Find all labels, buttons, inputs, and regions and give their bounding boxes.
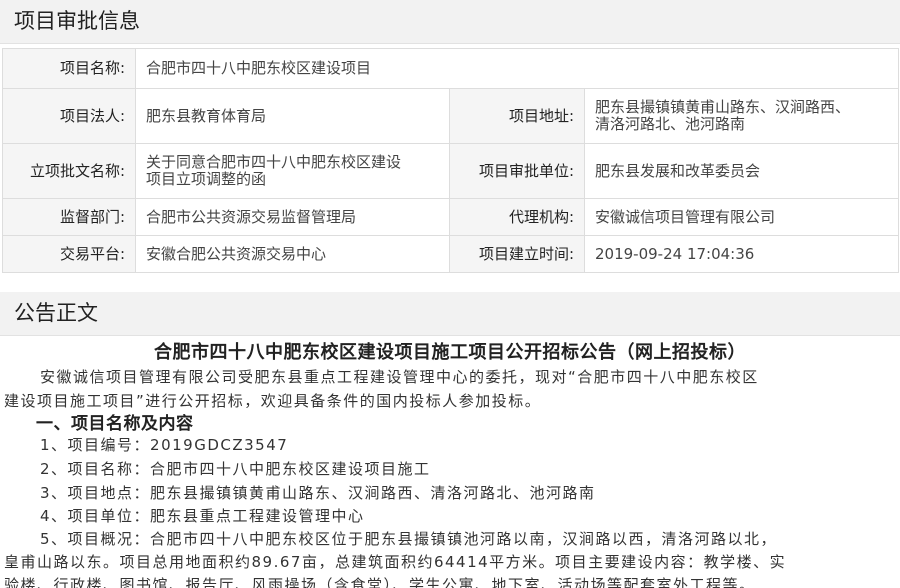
agency-label: 代理机构:	[449, 198, 585, 236]
section-header-approval-info: 项目审批信息	[0, 0, 900, 44]
approval-doc-value: 关于同意合肥市四十八中肥东校区建设 项目立项调整的函	[135, 143, 450, 199]
section-header-notice-body: 公告正文	[0, 292, 900, 336]
address-label: 项目地址:	[449, 88, 585, 144]
platform-value: 安徽合肥公共资源交易中心	[135, 235, 450, 273]
notice-body: 合肥市四十八中肥东校区建设项目施工项目公开招标公告（网上招投标） 安徽诚信项目管…	[0, 336, 900, 588]
table-row: 交易平台: 安徽合肥公共资源交易中心 项目建立时间: 2019-09-24 17…	[2, 235, 900, 273]
notice-paragraph: 建设项目施工项目”进行公开招标，欢迎具备条件的国内投标人参加投标。	[4, 392, 542, 410]
section-title: 公告正文	[14, 301, 98, 325]
agency-value: 安徽诚信项目管理有限公司	[583, 198, 900, 236]
table-row: 立项批文名称: 关于同意合肥市四十八中肥东校区建设 项目立项调整的函 项目审批单…	[2, 143, 900, 199]
notice-item: 1、项目编号：2019GDCZ3547	[40, 436, 289, 454]
section-title: 项目审批信息	[14, 9, 140, 33]
notice-paragraph: 安徽诚信项目管理有限公司受肥东县重点工程建设管理中心的委托，现对“合肥市四十八中…	[40, 368, 759, 386]
platform-label: 交易平台:	[2, 235, 136, 273]
approval-doc-label: 立项批文名称:	[2, 143, 136, 199]
created-time-label: 项目建立时间:	[449, 235, 585, 273]
table-row: 项目法人: 肥东县教育体育局 项目地址: 肥东县撮镇镇黄甫山路东、汉涧路西、 清…	[2, 88, 900, 144]
address-value: 肥东县撮镇镇黄甫山路东、汉涧路西、 清洛河路北、池河路南	[583, 88, 900, 144]
legal-person-label: 项目法人:	[2, 88, 136, 144]
project-name-value: 合肥市四十八中肥东校区建设项目	[134, 48, 900, 89]
notice-item: 验楼、行政楼、图书馆、报告厅、风雨操场（含食堂）、学生公寓、地下室、活动场等配套…	[4, 576, 756, 588]
notice-item: 2、项目名称：合肥市四十八中肥东校区建设项目施工	[40, 460, 431, 478]
approval-unit-label: 项目审批单位:	[449, 143, 585, 199]
project-name-label: 项目名称:	[2, 48, 136, 89]
address-line: 清洛河路北、池河路南	[595, 115, 746, 133]
created-time-value: 2019-09-24 17:04:36	[583, 235, 900, 273]
supervisor-value: 合肥市公共资源交易监督管理局	[135, 198, 450, 236]
notice-item: 4、项目单位：肥东县重点工程建设管理中心	[40, 507, 365, 525]
approval-doc-line: 关于同意合肥市四十八中肥东校区建设	[146, 153, 402, 171]
notice-title: 合肥市四十八中肥东校区建设项目施工项目公开招标公告（网上招投标）	[154, 342, 746, 363]
table-row: 项目名称: 合肥市四十八中肥东校区建设项目	[2, 48, 900, 89]
notice-item: 5、项目概况：合肥市四十八中肥东校区位于肥东县撮镇镇池河路以南，汉涧路以西，清洛…	[40, 530, 778, 548]
address-line: 肥东县撮镇镇黄甫山路东、汉涧路西、	[595, 98, 851, 116]
approval-doc-line: 项目立项调整的函	[146, 170, 267, 188]
notice-heading: 一、项目名称及内容	[36, 414, 194, 434]
table-row: 监督部门: 合肥市公共资源交易监督管理局 代理机构: 安徽诚信项目管理有限公司	[2, 198, 900, 236]
approval-unit-value: 肥东县发展和改革委员会	[583, 143, 900, 199]
legal-person-value: 肥东县教育体育局	[135, 88, 450, 144]
notice-item: 皇甫山路以东。项目总用地面积约89.67亩，总建筑面积约64414平方米。项目主…	[4, 553, 787, 571]
notice-item: 3、项目地点：肥东县撮镇镇黄甫山路东、汉涧路西、清洛河路北、池河路南	[40, 484, 596, 502]
supervisor-label: 监督部门:	[2, 198, 136, 236]
approval-info-table: 项目名称: 合肥市四十八中肥东校区建设项目 项目法人: 肥东县教育体育局 项目地…	[2, 48, 900, 273]
